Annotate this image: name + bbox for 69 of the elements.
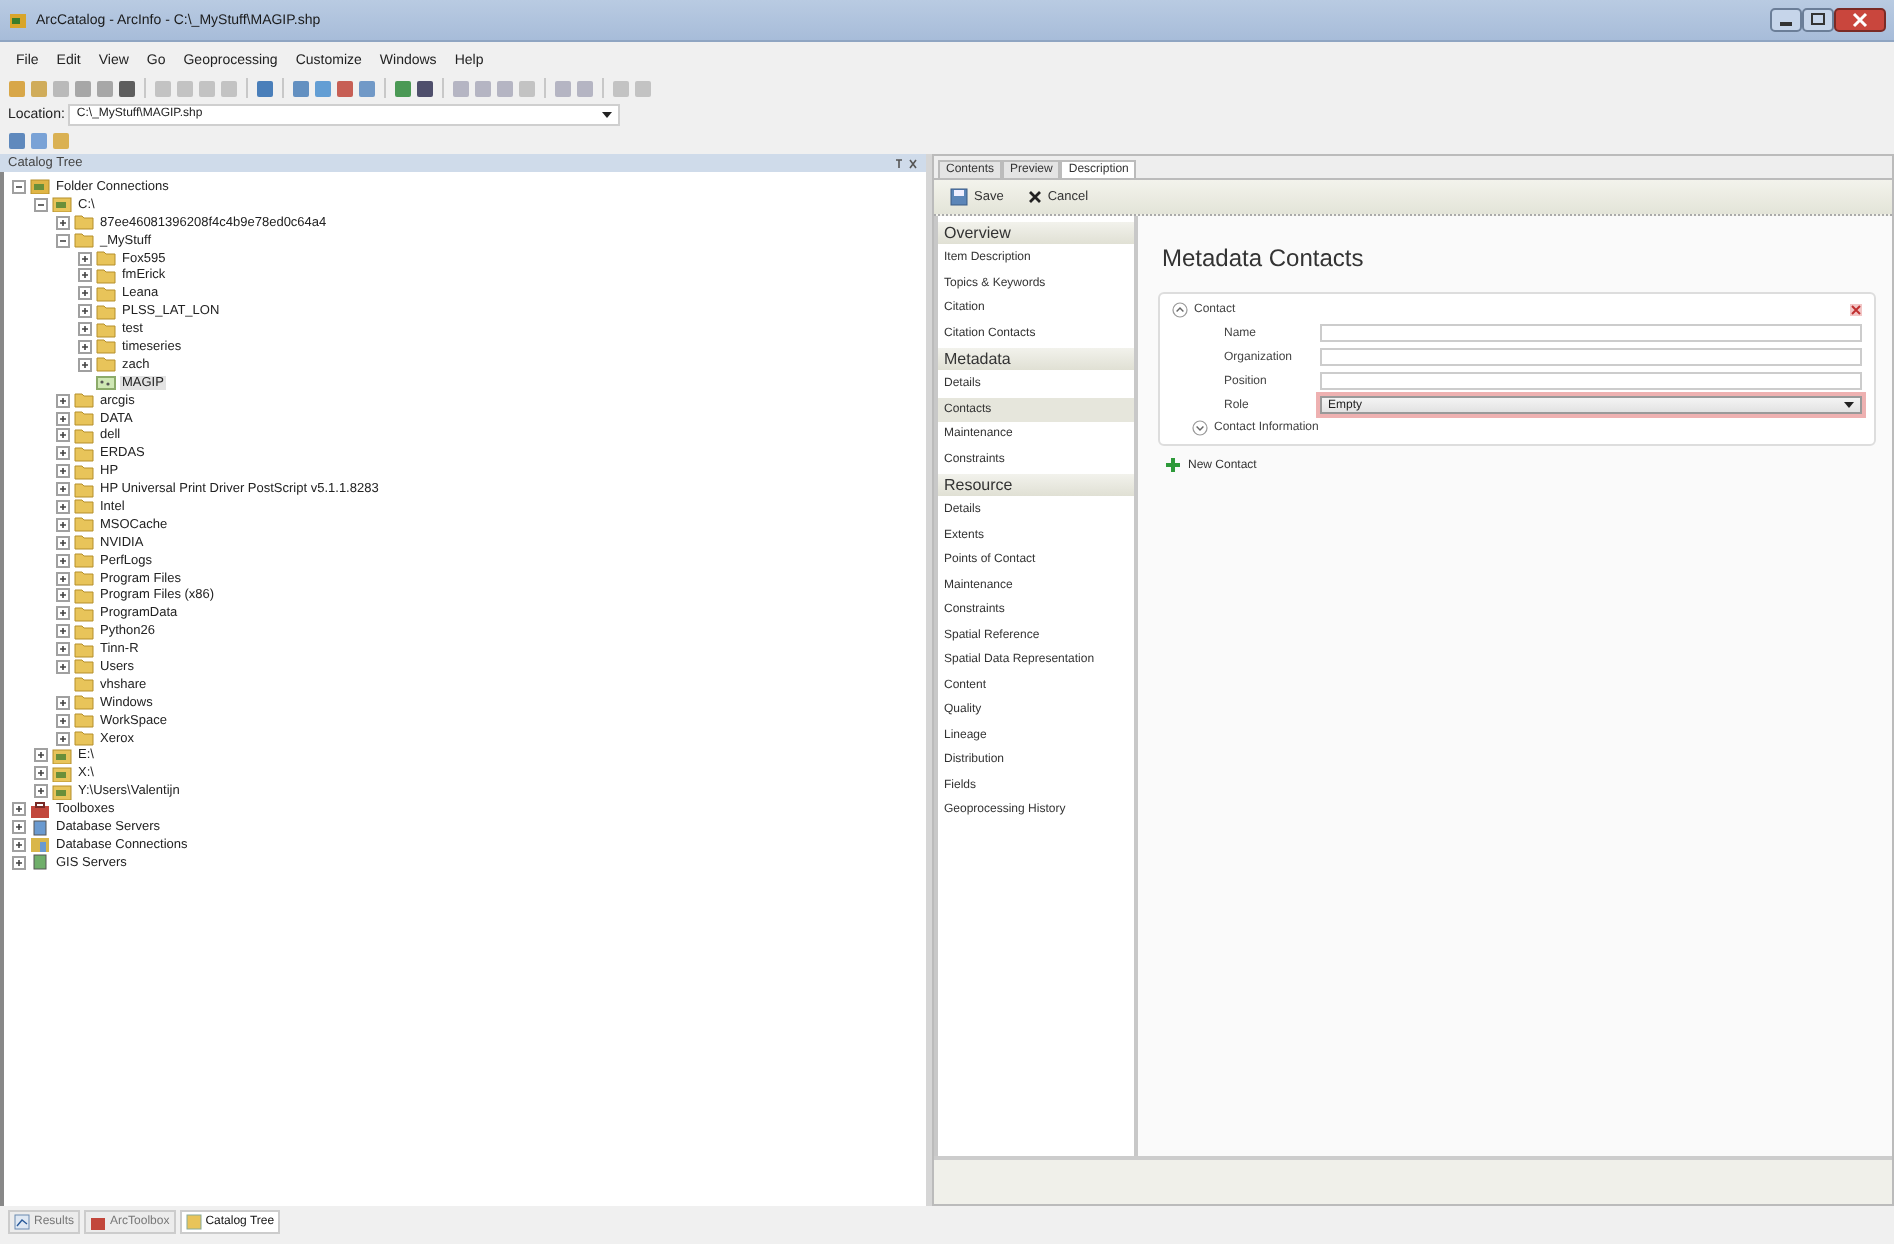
collapse-icon[interactable] xyxy=(12,179,26,194)
expand-icon[interactable] xyxy=(34,766,48,781)
toolbox-icon xyxy=(30,801,50,818)
nav-section-header: Overview xyxy=(938,222,1134,244)
nav-section-header: Metadata xyxy=(938,348,1134,370)
expand-icon[interactable] xyxy=(12,855,26,870)
shapefile-icon xyxy=(96,375,116,390)
expand-icon[interactable] xyxy=(78,251,92,265)
expand-icon[interactable] xyxy=(56,571,70,586)
folder-icon xyxy=(52,747,72,764)
app-icon xyxy=(8,10,28,30)
expand-icon[interactable] xyxy=(56,464,70,479)
expand-icon[interactable] xyxy=(78,268,92,283)
server-icon xyxy=(30,854,50,871)
expand-icon[interactable] xyxy=(56,553,70,568)
catalog-icon xyxy=(185,1214,202,1230)
expand-icon[interactable] xyxy=(56,393,70,408)
toolbox-icon xyxy=(90,1214,107,1230)
expand-icon[interactable] xyxy=(34,748,48,763)
folder-icon xyxy=(52,783,72,800)
delete-icon[interactable] xyxy=(1850,304,1862,316)
expand-icon[interactable] xyxy=(56,713,70,728)
expand-icon[interactable] xyxy=(12,802,26,817)
expand-icon[interactable] xyxy=(1192,420,1208,436)
collapse-icon[interactable] xyxy=(34,197,48,212)
folder-icon xyxy=(52,196,72,213)
expand-icon[interactable] xyxy=(56,659,70,674)
dropdown-arrow-icon xyxy=(1844,402,1854,408)
chart-icon xyxy=(14,1214,30,1230)
expand-icon[interactable] xyxy=(56,482,70,497)
collapse-icon[interactable] xyxy=(56,233,70,248)
expand-icon[interactable] xyxy=(56,731,70,746)
database-folder-icon xyxy=(30,836,50,853)
expand-icon[interactable] xyxy=(56,695,70,710)
maximize-icon[interactable] xyxy=(1802,8,1834,32)
pin-close-icon[interactable] xyxy=(894,157,918,169)
text-field[interactable] xyxy=(1320,372,1862,390)
expand-icon[interactable] xyxy=(78,304,92,319)
text-field[interactable] xyxy=(1320,348,1862,366)
section-heading: Metadata Contacts xyxy=(1162,244,1366,272)
close-icon[interactable] xyxy=(1834,8,1886,32)
expand-icon[interactable] xyxy=(56,446,70,461)
expand-icon[interactable] xyxy=(12,837,26,852)
plus-icon xyxy=(1166,458,1180,472)
database-icon xyxy=(30,819,50,835)
expand-icon[interactable] xyxy=(78,339,92,354)
folder-icon xyxy=(30,178,50,195)
expand-icon[interactable] xyxy=(34,784,48,799)
expand-icon[interactable] xyxy=(56,642,70,657)
expand-icon[interactable] xyxy=(56,411,70,426)
text-field[interactable] xyxy=(1320,324,1862,342)
expand-icon[interactable] xyxy=(78,286,92,301)
expand-icon[interactable] xyxy=(78,322,92,337)
minimize-icon[interactable] xyxy=(1770,8,1802,32)
x-icon xyxy=(1027,190,1042,204)
folder-icon xyxy=(52,765,72,782)
expand-icon[interactable] xyxy=(56,517,70,532)
expand-icon[interactable] xyxy=(78,357,92,372)
expand-icon[interactable] xyxy=(56,428,70,443)
expand-icon[interactable] xyxy=(56,606,70,621)
nav-section-header: Resource xyxy=(938,474,1134,496)
dropdown-arrow-icon xyxy=(602,111,613,117)
expand-icon[interactable] xyxy=(56,215,70,230)
expand-icon[interactable] xyxy=(56,588,70,603)
expand-icon[interactable] xyxy=(56,499,70,514)
expand-icon[interactable] xyxy=(12,820,26,834)
expand-icon[interactable] xyxy=(56,624,70,639)
collapse-icon[interactable] xyxy=(1172,302,1188,318)
expand-icon[interactable] xyxy=(56,535,70,550)
